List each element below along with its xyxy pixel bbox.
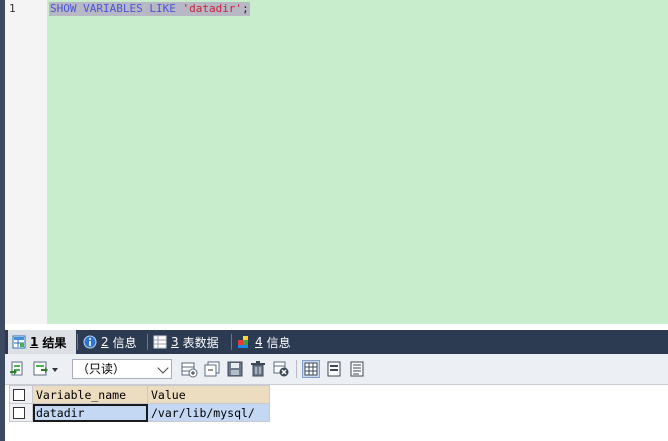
import-dropdown-button[interactable]: [32, 360, 62, 378]
tab-result-label: 结果: [42, 335, 67, 350]
checkbox[interactable]: [13, 389, 25, 401]
chevron-down-icon: [157, 362, 169, 374]
form-view-button[interactable]: [325, 360, 343, 378]
export-button[interactable]: [9, 360, 27, 378]
column-header-value[interactable]: Value: [147, 385, 270, 404]
sql-string-literal: 'datadir': [182, 2, 243, 15]
save-icon: [227, 361, 243, 377]
sql-semicolon: ;: [242, 2, 249, 15]
tab-separator: [147, 334, 148, 350]
tab-info-number: 2: [101, 335, 109, 349]
readonly-select[interactable]: （只读）: [72, 359, 172, 379]
toolbar-separator: [296, 360, 297, 378]
tab-info-4-number: 4: [255, 335, 263, 349]
sql-editor[interactable]: 1 SHOW VARIABLES LIKE 'datadir';: [0, 0, 668, 324]
insert-row-icon: [181, 362, 198, 378]
cancel-changes-button[interactable]: [272, 360, 290, 378]
tab-info[interactable]: 2 信息: [79, 330, 145, 354]
text-view-icon: [350, 361, 364, 377]
line-number-gutter: 1: [5, 0, 47, 324]
text-view-button[interactable]: [348, 360, 366, 378]
duplicate-row-button[interactable]: [203, 360, 221, 378]
tab-separator: [77, 334, 78, 350]
result-grid-icon: [12, 335, 26, 349]
form-view-icon: [327, 361, 341, 377]
duplicate-row-icon: [204, 361, 220, 377]
column-header-variable-name[interactable]: Variable_name: [32, 385, 148, 404]
tab-info-4[interactable]: 4 信息: [233, 330, 299, 354]
grid-view-button[interactable]: [302, 360, 320, 378]
cell-variable-name[interactable]: datadir: [32, 403, 148, 422]
row-select-checkbox[interactable]: [9, 403, 33, 422]
tab-separator: [231, 334, 232, 350]
delete-button[interactable]: [249, 360, 267, 378]
results-toolbar: （只读）: [5, 354, 668, 385]
select-all-checkbox[interactable]: [9, 385, 33, 404]
tab-info-4-label: 信息: [266, 335, 291, 350]
result-grid: Variable_name Value datadir /var/lib/mys…: [9, 385, 270, 422]
readonly-select-value: （只读）: [77, 362, 126, 376]
trash-icon: [251, 361, 265, 377]
cancel-changes-icon: [273, 361, 289, 377]
puzzle-info-icon: [237, 335, 251, 349]
tab-table-data[interactable]: 3 表数据: [149, 330, 229, 354]
table-data-icon: [153, 335, 167, 349]
import-icon: [33, 361, 58, 376]
sql-keywords: SHOW VARIABLES LIKE: [50, 2, 183, 15]
grid-header-row: Variable_name Value: [9, 385, 270, 404]
code-area[interactable]: SHOW VARIABLES LIKE 'datadir';: [47, 0, 668, 324]
results-panel: 1 结果 2 信息 3 表数据 4 信息 （只读） Variable_name …: [0, 324, 668, 441]
save-button[interactable]: [226, 360, 244, 378]
tab-result[interactable]: 1 结果: [8, 330, 76, 354]
export-icon: [10, 361, 23, 376]
insert-row-button[interactable]: [180, 360, 198, 378]
line-number: 1: [9, 2, 16, 15]
grid-view-icon: [304, 362, 318, 376]
tab-result-number: 1: [30, 335, 39, 349]
tab-table-data-number: 3: [171, 335, 179, 349]
results-tab-bar: 1 结果 2 信息 3 表数据 4 信息: [5, 330, 668, 354]
tab-info-label: 信息: [112, 335, 137, 350]
table-row[interactable]: datadir /var/lib/mysql/: [9, 403, 270, 422]
code-line[interactable]: SHOW VARIABLES LIKE 'datadir';: [49, 2, 250, 16]
cell-value[interactable]: /var/lib/mysql/: [147, 403, 270, 422]
tab-table-data-label: 表数据: [182, 335, 219, 350]
checkbox[interactable]: [13, 407, 25, 419]
info-icon: [83, 335, 97, 349]
